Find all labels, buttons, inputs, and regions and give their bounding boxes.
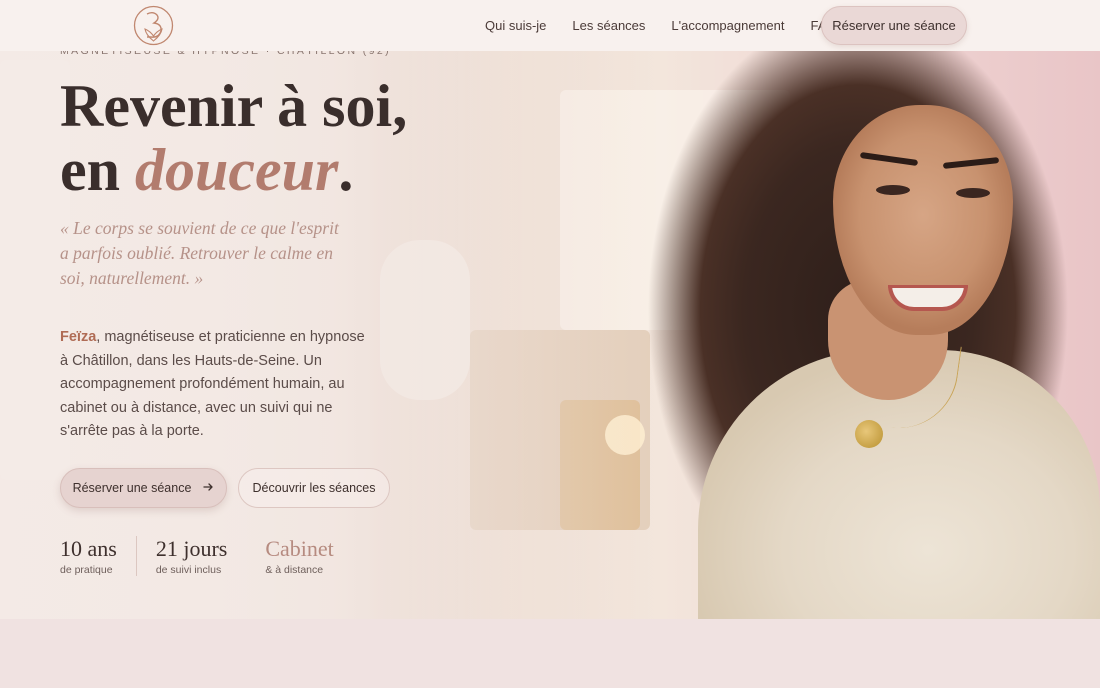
intro-text: , magnétiseuse et praticienne en hypnose…	[60, 329, 365, 439]
stat-value: 21 jours	[155, 536, 228, 561]
stat-location: Cabinet & à distance	[246, 536, 352, 576]
hero-title-prefix: en	[60, 137, 135, 203]
hero-intro: Feïza, magnétiseuse et praticienne en hy…	[60, 326, 365, 444]
header-book-button[interactable]: Réserver une séance	[821, 6, 967, 45]
intro-name: Feïza	[60, 329, 97, 345]
book-session-button[interactable]: Réserver une séance	[60, 468, 227, 508]
lotus-monogram-icon[interactable]	[133, 5, 174, 46]
portrait-eye-left	[876, 185, 910, 195]
hero-quote: « Le corps se souvient de ce que l'espri…	[60, 218, 339, 288]
hero-stats: 10 ans de pratique 21 jours de suivi inc…	[60, 536, 353, 576]
arrow-right-icon	[203, 481, 214, 495]
discover-sessions-button[interactable]: Découvrir les séances	[238, 468, 390, 508]
hero-title: Revenir à soi, en douceur.	[60, 74, 407, 202]
stat-label: & à distance	[265, 564, 324, 576]
site-header: Qui suis-je Les séances L'accompagnement…	[0, 0, 1100, 51]
main-nav: Qui suis-je Les séances L'accompagnement…	[485, 0, 863, 51]
nav-item-accompagnement[interactable]: L'accompagnement	[671, 18, 784, 33]
stat-label: de pratique	[60, 564, 113, 576]
portrait-photo	[618, 50, 1100, 619]
nav-item-qui-suis-je[interactable]: Qui suis-je	[485, 18, 546, 33]
hero-title-accent: douceur	[135, 137, 339, 203]
book-session-label: Réserver une séance	[72, 481, 192, 495]
stat-value: Cabinet	[265, 536, 334, 561]
nav-item-seances[interactable]: Les séances	[572, 18, 645, 33]
portrait-eye-right	[956, 188, 990, 198]
hero-title-line1: Revenir à soi,	[60, 73, 408, 139]
necklace-pendant	[855, 420, 883, 448]
stat-experience: 10 ans de pratique	[60, 536, 136, 576]
stat-value: 10 ans	[60, 536, 117, 561]
stat-label: de suivi inclus	[155, 564, 222, 576]
hero-title-suffix: .	[338, 137, 354, 203]
stat-follow-up: 21 jours de suivi inclus	[135, 536, 247, 576]
